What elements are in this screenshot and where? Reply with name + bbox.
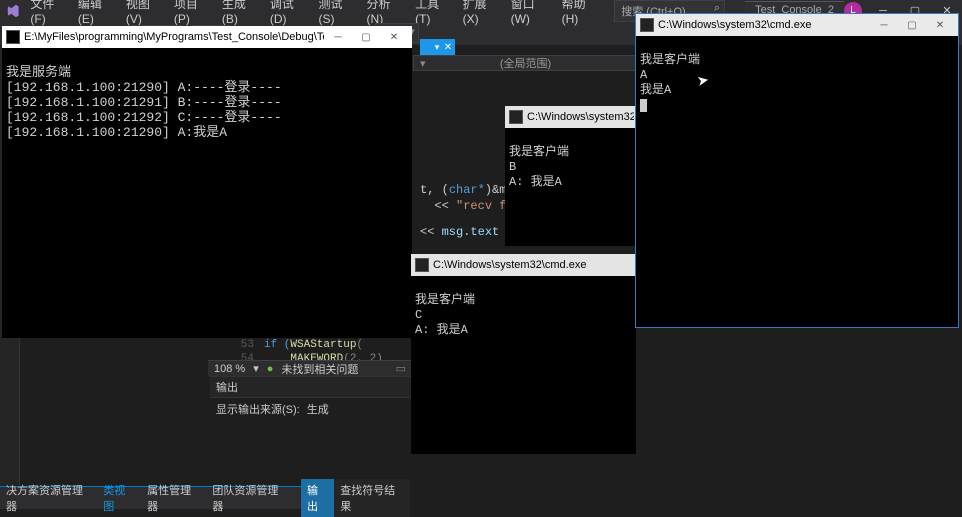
menu-view[interactable]: 视图(V) xyxy=(120,0,168,28)
zoom-level[interactable]: 108 % xyxy=(214,363,245,375)
cmd-icon xyxy=(640,18,654,32)
menu-build[interactable]: 生成(B) xyxy=(216,0,264,28)
status-class-view[interactable]: 类视图 xyxy=(97,479,141,517)
cmd-b-title: C:\Windows\system32\cmd.exe xyxy=(527,111,634,123)
output-panel: 输出 显示输出来源(S): 生成 xyxy=(210,376,412,488)
error-status[interactable]: 未找到相关问题 xyxy=(281,361,358,377)
server-console-window: E:\MyFiles\programming\MyPrograms\Test_C… xyxy=(2,26,412,338)
cmd-window-a: C:\Windows\system32\cmd.exe ─ ▢ ✕ 我是客户端 … xyxy=(635,13,959,328)
vs-statusbar: 决方案资源管理器 类视图 属性管理器 团队资源管理器 输出 查找符号结果 xyxy=(0,486,410,509)
menu-extensions[interactable]: 扩展(X) xyxy=(457,0,505,28)
menu-test[interactable]: 测试(S) xyxy=(313,0,361,28)
menu-help[interactable]: 帮助(H) xyxy=(556,0,605,28)
text-caret xyxy=(640,99,647,112)
cmd-icon xyxy=(415,258,429,272)
menu-window[interactable]: 窗口(W) xyxy=(505,0,556,28)
output-panel-title[interactable]: 输出 xyxy=(210,377,412,398)
server-max-button[interactable]: ▢ xyxy=(352,27,380,47)
menu-debug[interactable]: 调试(D) xyxy=(264,0,313,28)
cmd-a-title: C:\Windows\system32\cmd.exe xyxy=(658,19,811,31)
cmd-a-titlebar[interactable]: C:\Windows\system32\cmd.exe ─ ▢ ✕ xyxy=(636,14,958,36)
console-icon xyxy=(6,30,20,44)
cmd-c-title: C:\Windows\system32\cmd.exe xyxy=(433,259,632,271)
status-team-explorer[interactable]: 团队资源管理器 xyxy=(206,479,293,517)
status-output[interactable]: 输出 xyxy=(301,479,334,517)
server-console-body[interactable]: 我是服务端 [192.168.1.100:21290] A:----登录----… xyxy=(2,48,412,157)
menu-edit[interactable]: 编辑(E) xyxy=(72,0,120,28)
scope-dropdown[interactable]: (全局范围) xyxy=(413,55,638,71)
output-from-dropdown[interactable]: 生成 xyxy=(307,404,329,416)
cmd-icon xyxy=(509,110,523,124)
cmd-a-max-button[interactable]: ▢ xyxy=(898,15,926,35)
cmd-c-body[interactable]: 我是客户端 C A: 我是A xyxy=(411,276,636,355)
checkmark-icon: ● xyxy=(267,363,274,375)
status-find-symbols[interactable]: 查找符号结果 xyxy=(334,479,410,517)
server-min-button[interactable]: ─ xyxy=(324,27,352,47)
server-console-titlebar[interactable]: E:\MyFiles\programming\MyPrograms\Test_C… xyxy=(2,26,412,48)
cmd-a-close-button[interactable]: ✕ xyxy=(926,15,954,35)
server-console-title: E:\MyFiles\programming\MyPrograms\Test_C… xyxy=(24,31,324,43)
cmd-b-body[interactable]: 我是客户端 B A: 我是A xyxy=(505,128,638,207)
cmd-b-titlebar[interactable]: C:\Windows\system32\cmd.exe xyxy=(505,106,638,128)
menu-file[interactable]: 文件(F) xyxy=(24,0,71,28)
vs-logo-icon xyxy=(6,3,20,19)
mouse-cursor-icon: ➤ xyxy=(696,71,711,90)
cmd-window-c: C:\Windows\system32\cmd.exe 我是客户端 C A: 我… xyxy=(411,254,636,454)
cmd-a-min-button[interactable]: ─ xyxy=(870,15,898,35)
output-from-label: 显示输出来源(S): xyxy=(216,404,300,416)
scroll-indicator-icon: ▭ xyxy=(396,362,406,375)
server-close-button[interactable]: ✕ xyxy=(380,27,408,47)
menu-project[interactable]: 项目(P) xyxy=(168,0,216,28)
status-property-manager[interactable]: 属性管理器 xyxy=(141,479,206,517)
cmd-c-titlebar[interactable]: C:\Windows\system32\cmd.exe xyxy=(411,254,636,276)
chevron-down-icon: ▾ xyxy=(435,42,440,53)
cmd-a-body[interactable]: 我是客户端 A 我是A xyxy=(636,36,958,130)
editor-tab-close[interactable]: ✕ xyxy=(441,39,455,55)
cmd-window-b: C:\Windows\system32\cmd.exe 我是客户端 B A: 我… xyxy=(505,106,638,246)
zoom-error-bar: 108 %▾ ● 未找到相关问题 ▭ xyxy=(208,360,412,376)
